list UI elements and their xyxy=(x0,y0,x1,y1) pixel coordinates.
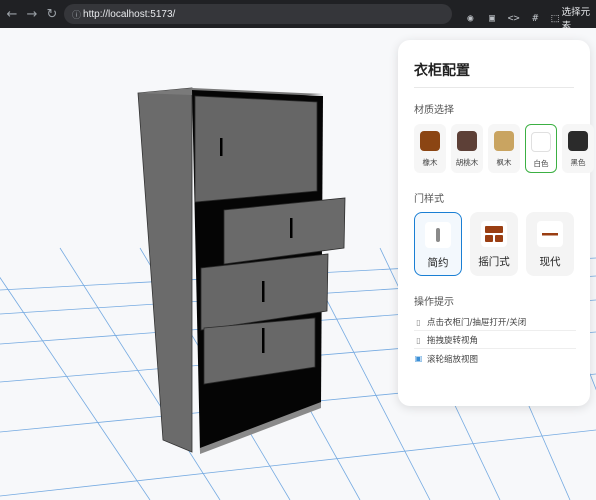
screenshot-icon[interactable]: ▣ xyxy=(484,8,501,28)
material-section-title: 材质选择 xyxy=(414,105,454,116)
door-style-option[interactable]: 现代 xyxy=(526,212,574,276)
material-label: 枫木 xyxy=(496,158,512,167)
modern-bar-icon xyxy=(537,221,563,247)
wardrobe-left-side xyxy=(137,87,193,453)
material-swatch xyxy=(568,131,588,151)
panel-door-icon xyxy=(481,221,507,247)
hash-icon[interactable]: # xyxy=(527,8,544,28)
door-style-options: 简约 摇门式 现代 xyxy=(414,212,574,276)
material-swatch xyxy=(494,131,514,151)
tip-text: 滚轮缩放视图 xyxy=(427,354,479,365)
material-option[interactable]: 黑色 xyxy=(562,124,594,173)
tip-text: 点击衣柜门/抽屉打开/关闭 xyxy=(427,318,527,328)
forward-icon[interactable]: → xyxy=(22,4,42,24)
door-style-label: 摇门式 xyxy=(478,256,510,268)
tip-item: ▯ 拖拽旋转视角 xyxy=(414,332,576,349)
url-text: http://localhost:5173/ xyxy=(83,8,176,20)
drag-icon: ▯ xyxy=(416,335,421,345)
door-style-label: 现代 xyxy=(539,256,561,268)
material-option[interactable]: 枫木 xyxy=(488,124,520,173)
material-option[interactable]: 胡桃木 xyxy=(451,124,483,173)
cursor-select-icon: ⬚ xyxy=(550,12,560,24)
site-info-icon[interactable]: ⓘ xyxy=(72,8,81,21)
upper-door-handle xyxy=(220,138,223,156)
record-icon[interactable]: ◉ xyxy=(462,8,479,28)
drawer-2-handle xyxy=(262,281,265,302)
minimal-handle-icon xyxy=(425,222,451,248)
zoom-icon: ▣ xyxy=(414,354,423,363)
code-icon[interactable]: <> xyxy=(505,8,522,28)
tip-item: ▣ 滚轮缩放视图 xyxy=(414,350,576,367)
tips-section-title: 操作提示 xyxy=(414,297,454,308)
door-style-label: 简约 xyxy=(427,257,449,269)
upper-door[interactable] xyxy=(194,95,318,203)
material-swatch xyxy=(420,131,440,151)
tips-list: ▯ 点击衣柜门/抽屉打开/关闭 ▯ 拖拽旋转视角 ▣ 滚轮缩放视图 xyxy=(414,314,576,368)
material-label: 黑色 xyxy=(570,158,586,167)
door-style-option[interactable]: 简约 xyxy=(414,212,462,276)
material-swatch xyxy=(457,131,477,151)
material-option[interactable]: 橡木 xyxy=(414,124,446,173)
tip-item: ▯ 点击衣柜门/抽屉打开/关闭 xyxy=(414,314,576,331)
material-option[interactable]: 白色 xyxy=(525,124,557,173)
drawer-1-handle xyxy=(290,218,293,238)
address-bar[interactable]: ⓘ http://localhost:5173/ xyxy=(64,4,452,24)
material-label: 橡木 xyxy=(422,158,438,167)
back-icon[interactable]: ← xyxy=(2,4,22,24)
pointer-icon: ▯ xyxy=(416,317,421,327)
drawer-3-handle xyxy=(262,328,265,353)
reload-icon[interactable]: ↻ xyxy=(42,4,62,24)
material-swatch xyxy=(531,132,551,152)
material-label: 白色 xyxy=(533,159,549,168)
tip-text: 拖拽旋转视角 xyxy=(427,336,479,346)
panel-divider xyxy=(414,87,574,88)
wardrobe-model[interactable] xyxy=(137,87,346,454)
material-label: 胡桃木 xyxy=(455,158,479,167)
config-panel: 衣柜配置 材质选择 橡木 胡桃木 枫木 白色 黑色 门样式 简约 摇门式 现代 操作提示 ▯… xyxy=(398,40,594,406)
panel-title: 衣柜配置 xyxy=(414,63,470,79)
door-style-option[interactable]: 摇门式 xyxy=(470,212,518,276)
material-options: 橡木 胡桃木 枫木 白色 黑色 xyxy=(414,124,594,173)
door-section-title: 门样式 xyxy=(414,194,444,205)
browser-toolbar: ← → ↻ ⓘ http://localhost:5173/ ◉ ▣ <> # … xyxy=(0,0,596,32)
